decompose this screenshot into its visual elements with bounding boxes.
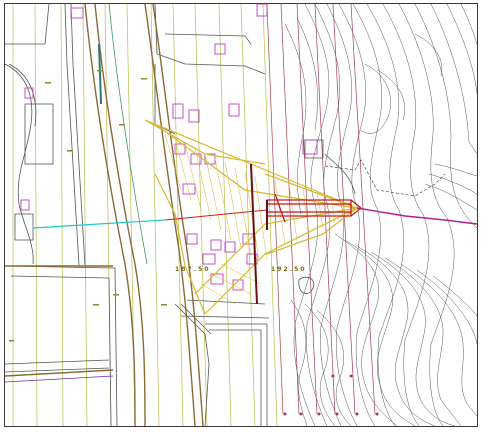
station-label-right: 1 9 2 . 5 0 <box>271 266 305 273</box>
axis-line-cyan <box>32 219 166 229</box>
grid-lines <box>12 4 278 426</box>
map-frame: 1 8 7 . 5 0 1 9 2 . 5 0 <box>4 3 478 427</box>
station-label-left: 1 8 7 . 5 0 <box>175 266 209 273</box>
road-outlines <box>5 4 356 426</box>
axis-line-magenta <box>356 207 477 225</box>
topographic-map[interactable] <box>5 4 477 426</box>
